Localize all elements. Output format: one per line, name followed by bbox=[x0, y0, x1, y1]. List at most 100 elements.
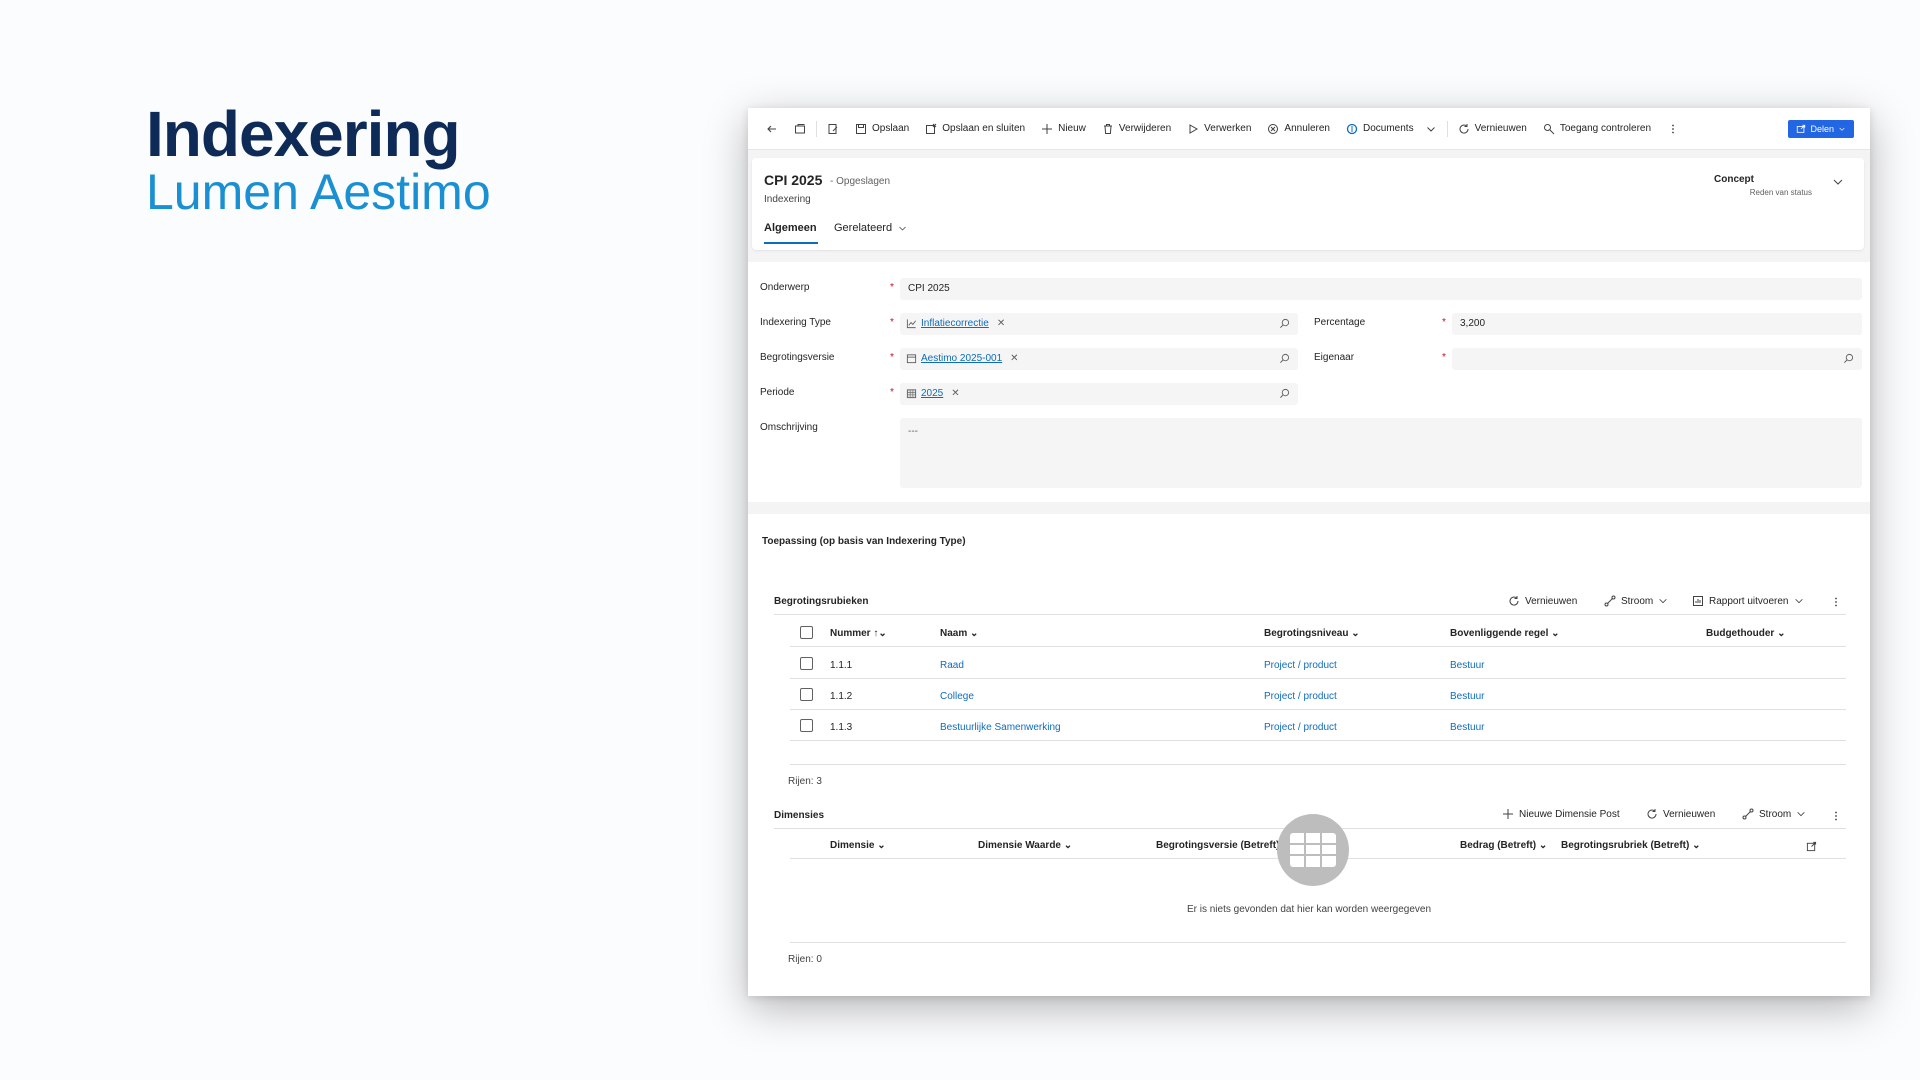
tab-gerelateerd[interactable]: Gerelateerd bbox=[834, 222, 907, 234]
row-checkbox[interactable] bbox=[800, 719, 813, 732]
app-window: Opslaan Opslaan en sluiten Nieuw Verwijd… bbox=[748, 108, 1870, 996]
more-commands-button[interactable] bbox=[1659, 108, 1687, 149]
column-header-bovenliggende-regel[interactable]: Bovenliggende regel ⌄ bbox=[1450, 628, 1560, 639]
column-header-dimensie-waarde[interactable]: Dimensie Waarde ⌄ bbox=[978, 840, 1072, 851]
select-all-checkbox[interactable] bbox=[800, 626, 813, 639]
cell-bovenliggend-link[interactable]: Bestuur bbox=[1450, 722, 1484, 733]
subgrid-flow-button[interactable]: Stroom bbox=[1742, 808, 1806, 820]
search-icon[interactable] bbox=[1279, 388, 1290, 399]
column-header-naam[interactable]: Naam ⌄ bbox=[940, 628, 978, 639]
toepassing-section: Toepassing (op basis van Indexering Type… bbox=[748, 514, 1870, 996]
more-vertical-icon[interactable] bbox=[1830, 810, 1842, 822]
cell-niveau-link[interactable]: Project / product bbox=[1264, 660, 1337, 671]
save-close-icon bbox=[926, 123, 937, 134]
new-dimension-button[interactable]: Nieuwe Dimensie Post bbox=[1502, 808, 1620, 820]
tab-gerelateerd-label: Gerelateerd bbox=[834, 222, 893, 234]
cell-naam-link[interactable]: Raad bbox=[940, 660, 964, 671]
divider bbox=[816, 120, 817, 137]
open-external-icon[interactable] bbox=[1806, 841, 1817, 852]
search-icon[interactable] bbox=[1843, 353, 1854, 364]
refresh-icon bbox=[1647, 809, 1657, 819]
percentage-label: Percentage bbox=[1314, 317, 1366, 328]
remove-icon[interactable]: ✕ bbox=[1010, 353, 1018, 364]
cell-bovenliggend-link[interactable]: Bestuur bbox=[1450, 660, 1484, 671]
cell-naam-link[interactable]: College bbox=[940, 691, 974, 702]
check-access-button[interactable]: Toegang controleren bbox=[1535, 108, 1659, 149]
documents-button[interactable]: Documents bbox=[1338, 108, 1445, 149]
column-header-bedrag[interactable]: Bedrag (Betreft) ⌄ bbox=[1460, 840, 1547, 851]
onderwerp-field[interactable]: CPI 2025 bbox=[900, 278, 1862, 300]
new-dimension-label: Nieuwe Dimensie Post bbox=[1519, 808, 1620, 820]
save-button[interactable]: Opslaan bbox=[847, 108, 917, 149]
divider bbox=[790, 942, 1846, 943]
share-icon bbox=[1797, 124, 1806, 133]
share-button[interactable]: Delen bbox=[1788, 120, 1854, 138]
save-status: - Opgeslagen bbox=[830, 176, 891, 187]
indexering-type-label: Indexering Type bbox=[760, 317, 831, 328]
new-button[interactable]: Nieuw bbox=[1033, 108, 1094, 149]
cancel-button[interactable]: Annuleren bbox=[1259, 108, 1338, 149]
cell-bovenliggend-link[interactable]: Bestuur bbox=[1450, 691, 1484, 702]
calendar-icon bbox=[906, 354, 917, 364]
arrow-left-icon bbox=[767, 125, 776, 132]
search-icon[interactable] bbox=[1279, 318, 1290, 329]
eigenaar-lookup[interactable] bbox=[1452, 348, 1862, 370]
omschrijving-value: --- bbox=[908, 426, 918, 437]
line-chart-icon bbox=[906, 319, 916, 329]
save-and-close-button[interactable]: Opslaan en sluiten bbox=[917, 108, 1033, 149]
cell-nummer: 1.1.3 bbox=[830, 722, 853, 733]
row-checkbox[interactable] bbox=[800, 657, 813, 670]
flow-icon bbox=[1604, 595, 1616, 607]
required-mark: * bbox=[890, 352, 894, 363]
section-title: Toepassing (op basis van Indexering Type… bbox=[762, 536, 966, 547]
chevron-down-icon[interactable] bbox=[1832, 176, 1844, 188]
more-vertical-icon[interactable] bbox=[1830, 596, 1842, 608]
check-access-label: Toegang controleren bbox=[1559, 123, 1652, 134]
column-header-nummer[interactable]: Nummer ↑⌄ bbox=[830, 628, 887, 639]
rows-count: Rijen: 3 bbox=[788, 776, 822, 787]
omschrijving-field[interactable]: --- bbox=[900, 418, 1862, 488]
begrotingsversie-value[interactable]: Aestimo 2025-001 bbox=[921, 353, 1002, 364]
cell-niveau-link[interactable]: Project / product bbox=[1264, 691, 1337, 702]
column-header-begrotingsrubriek[interactable]: Begrotingsrubriek (Betreft) ⌄ bbox=[1561, 840, 1701, 851]
percentage-field[interactable]: 3,200 bbox=[1452, 313, 1862, 335]
delete-button[interactable]: Verwijderen bbox=[1094, 108, 1179, 149]
divider bbox=[774, 614, 1846, 615]
periode-value[interactable]: 2025 bbox=[921, 388, 943, 399]
back-button[interactable] bbox=[758, 108, 786, 149]
subgrid-report-button[interactable]: Rapport uitvoeren bbox=[1692, 595, 1804, 607]
rows-count: Rijen: 0 bbox=[788, 954, 822, 965]
open-in-new-window-button[interactable] bbox=[786, 108, 814, 149]
column-header-begrotingsversie[interactable]: Begrotingsversie (Betreft) ⌄ bbox=[1156, 840, 1291, 851]
cell-niveau-link[interactable]: Project / product bbox=[1264, 722, 1337, 733]
remove-icon[interactable]: ✕ bbox=[951, 388, 959, 399]
indexering-type-value[interactable]: Inflatiecorrectie bbox=[921, 318, 989, 329]
column-header-begrotingsniveau[interactable]: Begrotingsniveau ⌄ bbox=[1264, 628, 1360, 639]
remove-icon[interactable]: ✕ bbox=[997, 318, 1005, 329]
subgrid-flow-button[interactable]: Stroom bbox=[1604, 595, 1668, 607]
column-header-dimensie[interactable]: Dimensie ⌄ bbox=[830, 840, 886, 851]
process-button[interactable]: Verwerken bbox=[1179, 108, 1259, 149]
omschrijving-label: Omschrijving bbox=[760, 422, 818, 433]
general-form-section: Onderwerp * CPI 2025 Indexering Type * I… bbox=[748, 262, 1870, 502]
refresh-button[interactable]: Vernieuwen bbox=[1450, 108, 1535, 149]
edit-form-button[interactable] bbox=[819, 108, 847, 149]
report-icon bbox=[1693, 596, 1703, 606]
cell-naam-link[interactable]: Bestuurlijke Samenwerking bbox=[940, 722, 1061, 733]
subgrid-report-label: Rapport uitvoeren bbox=[1709, 595, 1789, 607]
subgrid-refresh-button[interactable]: Vernieuwen bbox=[1646, 808, 1715, 820]
subgrid-refresh-label: Vernieuwen bbox=[1663, 808, 1716, 820]
begrotingsversie-lookup[interactable]: Aestimo 2025-001 ✕ bbox=[900, 348, 1298, 370]
eigenaar-label: Eigenaar bbox=[1314, 352, 1355, 363]
column-header-budgethouder[interactable]: Budgethouder ⌄ bbox=[1706, 628, 1786, 639]
delete-label: Verwijderen bbox=[1118, 123, 1172, 134]
onderwerp-value: CPI 2025 bbox=[908, 283, 950, 294]
indexering-type-lookup[interactable]: Inflatiecorrectie ✕ bbox=[900, 313, 1298, 335]
subgrid-refresh-button[interactable]: Vernieuwen bbox=[1508, 595, 1577, 607]
row-checkbox[interactable] bbox=[800, 688, 813, 701]
periode-lookup[interactable]: 2025 ✕ bbox=[900, 383, 1298, 405]
required-mark: * bbox=[890, 387, 894, 398]
tab-algemeen[interactable]: Algemeen bbox=[764, 222, 817, 234]
search-icon[interactable] bbox=[1279, 353, 1290, 364]
entity-name: Indexering bbox=[764, 194, 811, 205]
